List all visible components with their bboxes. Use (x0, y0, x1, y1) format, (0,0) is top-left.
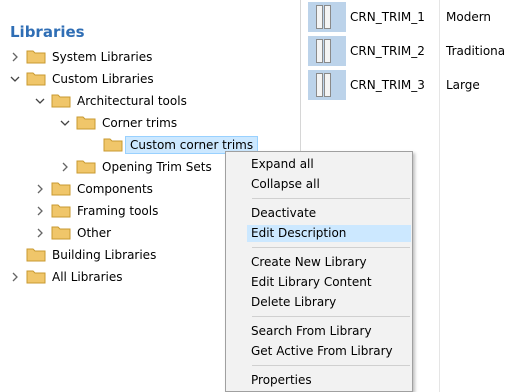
chevron-right-icon[interactable] (33, 206, 47, 216)
folder-icon (76, 114, 96, 133)
tree-node-label: Custom Libraries (52, 72, 154, 86)
menu-separator (252, 198, 410, 199)
tree-node-label: Components (77, 182, 153, 196)
menu-separator (252, 316, 410, 317)
tree-node-label: Opening Trim Sets (102, 160, 212, 174)
chevron-right-icon[interactable] (33, 184, 47, 194)
chevron-right-icon[interactable] (58, 162, 72, 172)
list-item[interactable]: CRN_TRIM_3 Large (308, 70, 480, 100)
panel-title: Libraries (10, 23, 85, 41)
folder-icon (51, 224, 71, 243)
tree-node-components[interactable]: Components (33, 178, 153, 200)
menu-item-get-active-from-library[interactable]: Get Active From Library (247, 343, 411, 360)
tree-node-custom-libraries[interactable]: Custom Libraries (8, 68, 154, 90)
menu-item-deactivate[interactable]: Deactivate (247, 205, 411, 222)
menu-item-edit-library-content[interactable]: Edit Library Content (247, 274, 411, 291)
menu-item-create-new-library[interactable]: Create New Library (247, 254, 411, 271)
folder-icon (26, 48, 46, 67)
tree-node-label: System Libraries (52, 50, 153, 64)
folder-icon (51, 202, 71, 221)
folder-icon (51, 92, 71, 111)
menu-item-properties[interactable]: Properties (247, 372, 411, 389)
menu-item-delete-library[interactable]: Delete Library (247, 294, 411, 311)
chevron-down-icon[interactable] (33, 96, 47, 106)
folder-icon (26, 268, 46, 287)
tree-node-all-libraries[interactable]: All Libraries (8, 266, 123, 288)
list-item-name: CRN_TRIM_3 (350, 78, 425, 92)
menu-separator (252, 365, 410, 366)
folder-icon (51, 180, 71, 199)
list-item-name: CRN_TRIM_2 (350, 44, 425, 58)
folder-icon (76, 158, 96, 177)
chevron-down-icon[interactable] (58, 118, 72, 128)
tree-node-label: Corner trims (102, 116, 178, 130)
tree-node-other[interactable]: Other (33, 222, 111, 244)
trim-thumbnail-icon (308, 70, 346, 100)
tree-node-label: Building Libraries (52, 248, 157, 262)
menu-item-collapse-all[interactable]: Collapse all (247, 176, 411, 193)
folder-icon (26, 70, 46, 89)
list-item-description: Modern (446, 10, 492, 24)
trim-thumbnail-icon (308, 2, 346, 32)
tree-node-building-libraries[interactable]: Building Libraries (8, 244, 156, 266)
folder-icon (26, 246, 46, 265)
tree-node-opening-trim-sets[interactable]: Opening Trim Sets (58, 156, 212, 178)
list-item[interactable]: CRN_TRIM_1 Modern (308, 2, 491, 32)
tree-node-framing-tools[interactable]: Framing tools (33, 200, 158, 222)
chevron-right-icon[interactable] (8, 272, 22, 282)
tree-node-label: Framing tools (77, 204, 159, 218)
tree-node-architectural-tools[interactable]: Architectural tools (33, 90, 187, 112)
tree-node-label: Other (77, 226, 112, 240)
tree-node-label: Architectural tools (77, 94, 187, 108)
context-menu: Expand all Collapse all Deactivate Edit … (225, 151, 413, 392)
chevron-right-icon[interactable] (8, 52, 22, 62)
list-item[interactable]: CRN_TRIM_2 Traditional (308, 36, 506, 66)
menu-separator (252, 247, 410, 248)
list-item-description: Traditional (446, 44, 506, 58)
tree-node-system-libraries[interactable]: System Libraries (8, 46, 152, 68)
folder-icon (103, 136, 123, 155)
menu-item-edit-description[interactable]: Edit Description (247, 225, 411, 242)
menu-item-search-from-library[interactable]: Search From Library (247, 323, 411, 340)
list-item-name: CRN_TRIM_1 (350, 10, 425, 24)
tree-node-corner-trims[interactable]: Corner trims (58, 112, 177, 134)
menu-item-expand-all[interactable]: Expand all (247, 156, 411, 173)
trim-thumbnail-icon (308, 36, 346, 66)
tree-node-label: All Libraries (52, 270, 123, 284)
list-item-description: Large (446, 78, 480, 92)
chevron-down-icon[interactable] (8, 74, 22, 84)
chevron-right-icon[interactable] (33, 228, 47, 238)
